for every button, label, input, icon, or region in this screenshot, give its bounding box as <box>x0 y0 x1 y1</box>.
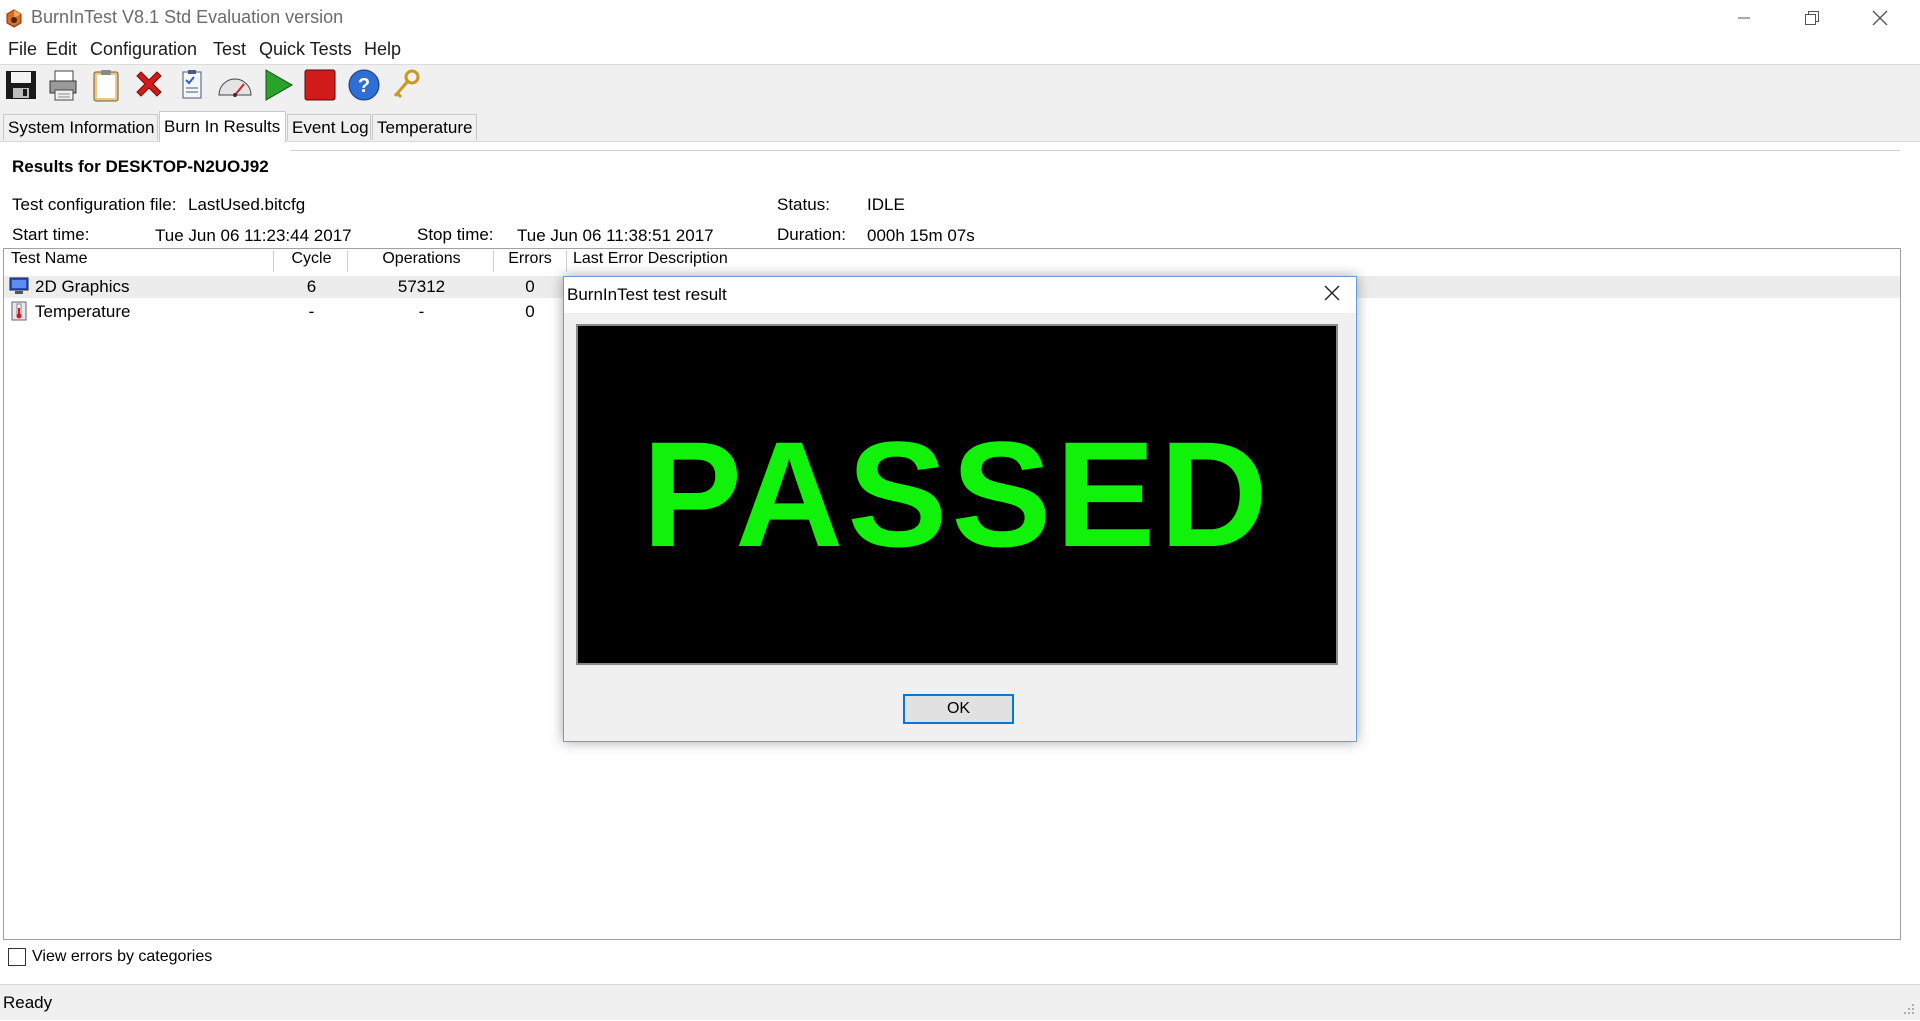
heading-divider <box>290 150 1900 151</box>
resize-grip-icon[interactable] <box>1902 1002 1916 1021</box>
config-file-icon <box>175 68 209 107</box>
config-label: Test configuration file: <box>12 195 177 214</box>
tab-system-information[interactable]: System Information <box>3 114 158 140</box>
status-label: Status: <box>777 195 830 214</box>
dialog-title: BurnInTest test result <box>567 285 727 304</box>
status-bar: Ready <box>0 984 1920 1020</box>
column-header-cycle[interactable]: Cycle <box>276 250 347 268</box>
status-text: Ready <box>3 993 53 1012</box>
toolbar: ? <box>0 65 1920 111</box>
table-row-name[interactable]: Temperature <box>35 302 130 322</box>
speed-button[interactable] <box>216 67 254 107</box>
play-icon <box>261 68 295 107</box>
restore-button[interactable] <box>1778 0 1846 36</box>
speedometer-icon <box>216 68 254 107</box>
clear-results-button[interactable] <box>130 67 168 107</box>
table-row-cycle: 6 <box>306 277 317 296</box>
view-errors-by-categories-checkbox[interactable] <box>8 948 26 966</box>
column-divider[interactable] <box>493 250 494 272</box>
results-heading: Results for DESKTOP-N2UOJ92 <box>12 157 269 176</box>
view-errors-by-categories-label: View errors by categories <box>32 948 213 965</box>
duration-value: 000h 15m 07s <box>867 226 975 245</box>
config-value: LastUsed.bitcfg <box>188 195 306 214</box>
stop-time-value: Tue Jun 06 11:38:51 2017 <box>517 226 714 245</box>
title-bar: BurnInTest V8.1 Std Evaluation version <box>0 0 1920 36</box>
thermometer-icon <box>9 301 29 321</box>
dialog-title-bar: BurnInTest test result <box>564 277 1356 313</box>
start-time-value: Tue Jun 06 11:23:44 2017 <box>155 226 352 245</box>
help-icon: ? <box>347 68 381 107</box>
menu-configuration[interactable]: Configuration <box>90 39 197 60</box>
result-text: PASSED <box>642 410 1272 578</box>
key-icon <box>389 68 423 107</box>
close-icon <box>132 68 166 107</box>
menu-bar: File Edit Configuration Test Quick Tests… <box>0 36 1920 65</box>
print-button[interactable] <box>44 67 82 107</box>
minimize-button[interactable] <box>1710 0 1778 36</box>
column-header-last-error[interactable]: Last Error Description <box>573 250 728 268</box>
table-row-name[interactable]: 2D Graphics <box>35 277 129 297</box>
duration-label: Duration: <box>777 225 846 244</box>
config-button[interactable] <box>173 67 211 107</box>
clipboard-icon <box>89 68 123 107</box>
help-button[interactable]: ? <box>345 67 383 107</box>
svg-text:?: ? <box>358 75 370 97</box>
start-test-button[interactable] <box>259 67 297 107</box>
save-icon <box>4 68 38 107</box>
tab-event-log[interactable]: Event Log <box>287 114 371 140</box>
column-header-operations[interactable]: Operations <box>349 250 494 268</box>
menu-quick-tests[interactable]: Quick Tests <box>259 39 352 60</box>
close-window-button[interactable] <box>1846 0 1914 36</box>
close-icon <box>1324 285 1340 306</box>
column-divider[interactable] <box>347 250 348 272</box>
menu-test[interactable]: Test <box>213 39 246 60</box>
table-row-errors: 0 <box>525 302 535 321</box>
test-result-dialog: BurnInTest test result PASSED OK <box>563 276 1357 742</box>
table-row-operations: - <box>418 302 425 321</box>
tab-temperature[interactable]: Temperature <box>372 114 477 140</box>
menu-help[interactable]: Help <box>364 39 401 60</box>
status-value: IDLE <box>867 195 905 214</box>
clipboard-button[interactable] <box>87 67 125 107</box>
tab-burn-in-results[interactable]: Burn In Results <box>159 111 286 142</box>
menu-edit[interactable]: Edit <box>46 39 77 60</box>
app-icon <box>4 8 24 28</box>
printer-icon <box>46 68 80 107</box>
column-header-test-name[interactable]: Test Name <box>11 250 87 268</box>
tab-strip: System Information Burn In Results Event… <box>0 111 1920 142</box>
license-button[interactable] <box>387 67 425 107</box>
window-title: BurnInTest V8.1 Std Evaluation version <box>31 7 344 27</box>
dialog-close-button[interactable] <box>1309 277 1355 313</box>
column-header-errors[interactable]: Errors <box>495 250 565 268</box>
result-display: PASSED <box>576 324 1338 665</box>
save-button[interactable] <box>2 67 40 107</box>
stop-icon <box>303 68 337 107</box>
column-divider[interactable] <box>566 250 567 272</box>
column-divider[interactable] <box>273 250 274 272</box>
table-row-errors: 0 <box>525 277 535 296</box>
table-row-cycle: - <box>308 302 315 321</box>
stop-time-label: Stop time: <box>417 225 494 244</box>
table-row-operations: 57312 <box>397 277 446 296</box>
menu-file[interactable]: File <box>8 39 37 60</box>
monitor-icon <box>9 276 29 296</box>
stop-test-button[interactable] <box>301 67 339 107</box>
start-time-label: Start time: <box>12 225 90 244</box>
ok-button[interactable]: OK <box>903 694 1014 724</box>
